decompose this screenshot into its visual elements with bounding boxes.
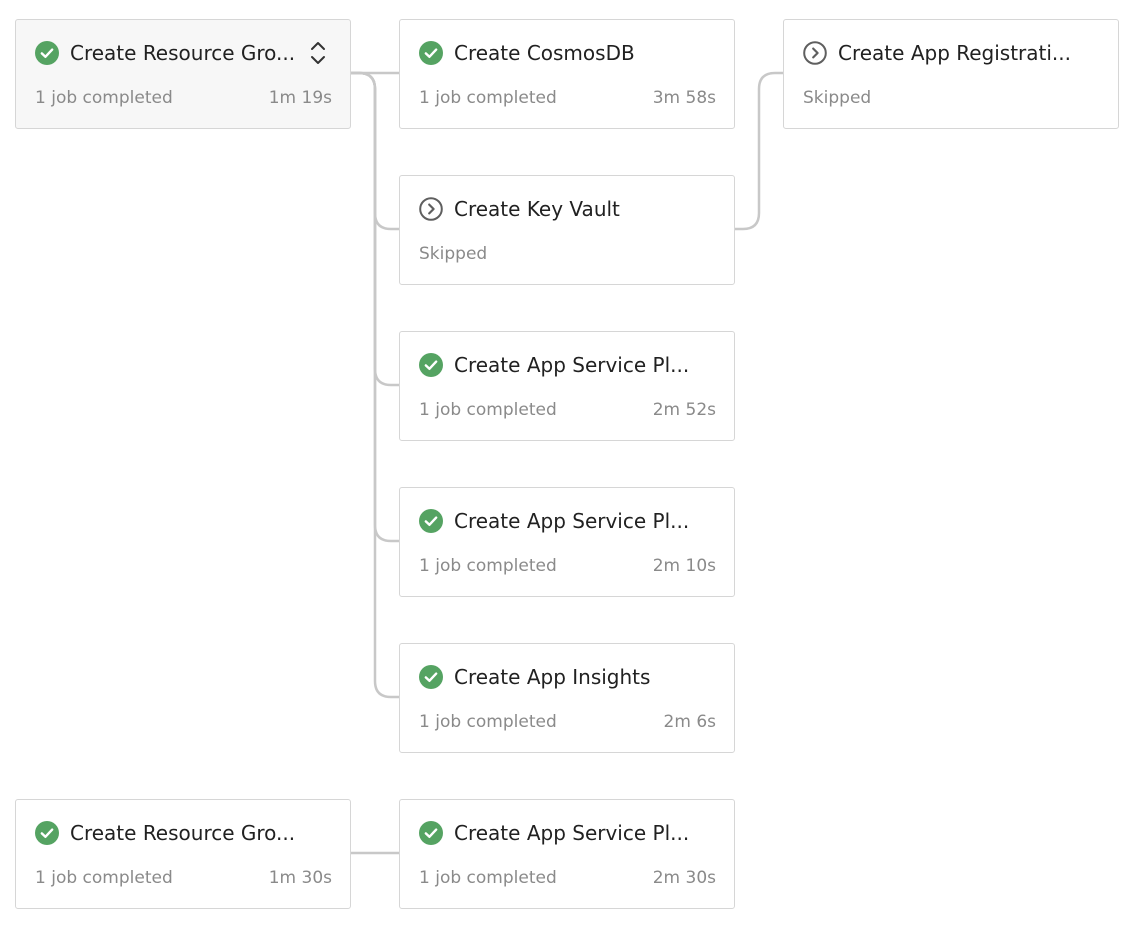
stage-card-create-app-service-plan-2[interactable]: Create App Service Pl... 1 job completed…: [399, 487, 735, 597]
connector-rg1-asp2: [351, 71, 399, 543]
stage-duration: 2m 30s: [652, 868, 716, 888]
stage-summary: 1 job completed: [419, 712, 557, 732]
check-circle-icon: [419, 353, 443, 377]
check-circle-icon: [35, 41, 59, 65]
stage-title: Create Resource Gro...: [70, 821, 296, 845]
connector-rg1-keyvault: [351, 71, 399, 231]
stage-summary: 1 job completed: [419, 556, 557, 576]
check-circle-icon: [35, 821, 59, 845]
stage-title: Create Resource Gro...: [70, 41, 296, 65]
stage-card-create-key-vault[interactable]: Create Key Vault Skipped: [399, 175, 735, 285]
check-circle-icon: [419, 821, 443, 845]
stage-summary: 1 job completed: [35, 88, 173, 108]
stage-duration: 2m 52s: [652, 400, 716, 420]
stage-summary: 1 job completed: [419, 88, 557, 108]
stage-summary: Skipped: [803, 88, 872, 108]
connector-rg1-insights: [351, 71, 399, 699]
stage-title: Create App Service Pl...: [454, 353, 690, 377]
stage-card-create-app-service-plan-3[interactable]: Create App Service Pl... 1 job completed…: [399, 799, 735, 909]
stage-card-create-resource-group-1[interactable]: Create Resource Gro... 1 job completed 1…: [15, 19, 351, 129]
skipped-chevron-icon: [419, 197, 443, 221]
check-circle-icon: [419, 665, 443, 689]
stage-duration: 1m 19s: [268, 88, 332, 108]
stage-duration: 2m 10s: [652, 556, 716, 576]
stage-card-create-app-service-plan-1[interactable]: Create App Service Pl... 1 job completed…: [399, 331, 735, 441]
check-circle-icon: [419, 41, 443, 65]
stage-title: Create App Service Pl...: [454, 821, 690, 845]
stage-title: Create App Insights: [454, 665, 651, 689]
check-circle-icon: [419, 509, 443, 533]
stage-duration: 1m 30s: [268, 868, 332, 888]
pipeline-canvas: Create Resource Gro... 1 job completed 1…: [0, 0, 1140, 952]
stage-title: Create App Service Pl...: [454, 509, 690, 533]
stage-card-create-app-insights[interactable]: Create App Insights 1 job completed 2m 6…: [399, 643, 735, 753]
connector-keyvault-appreg: [735, 71, 783, 231]
stage-card-create-app-registration[interactable]: Create App Registrati... Skipped: [783, 19, 1119, 129]
stage-summary: 1 job completed: [419, 400, 557, 420]
stage-title: Create CosmosDB: [454, 41, 635, 65]
stage-title: Create App Registrati...: [838, 41, 1072, 65]
connector-rg1-asp1: [351, 71, 399, 387]
stage-summary: 1 job completed: [419, 868, 557, 888]
stage-summary: 1 job completed: [35, 868, 173, 888]
stage-duration: 2m 6s: [663, 712, 716, 732]
skipped-chevron-icon: [803, 41, 827, 65]
stage-summary: Skipped: [419, 244, 488, 264]
stage-card-create-cosmosdb[interactable]: Create CosmosDB 1 job completed 3m 58s: [399, 19, 735, 129]
stage-card-create-resource-group-2[interactable]: Create Resource Gro... 1 job completed 1…: [15, 799, 351, 909]
expand-collapse-icon[interactable]: [306, 40, 330, 66]
stage-title: Create Key Vault: [454, 197, 620, 221]
stage-duration: 3m 58s: [652, 88, 716, 108]
